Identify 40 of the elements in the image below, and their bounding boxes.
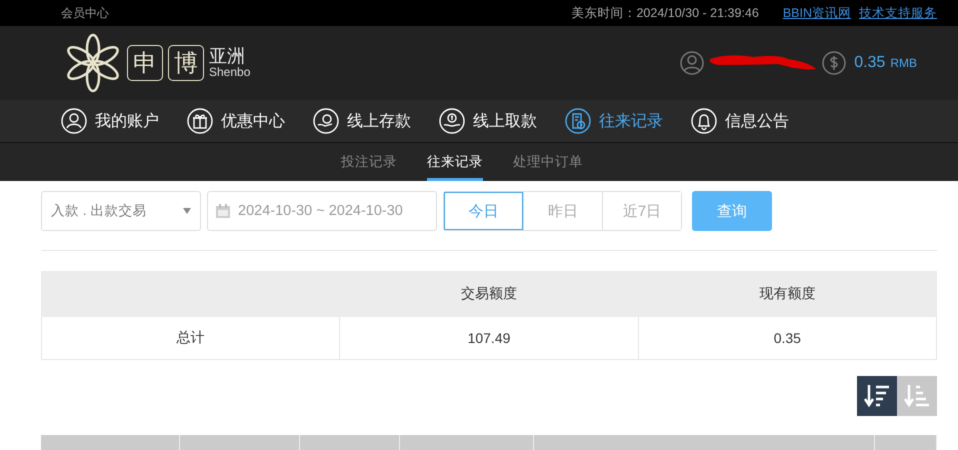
table-cell: 107.49 bbox=[340, 316, 638, 360]
user-icon bbox=[61, 108, 87, 134]
logo-name: 亚洲 bbox=[209, 47, 246, 66]
sort-descending-icon bbox=[864, 384, 890, 408]
sub-tab[interactable]: 处理中订单 bbox=[513, 143, 583, 181]
document-clock-icon bbox=[565, 108, 591, 134]
balance-amount: 0.35 bbox=[854, 54, 886, 72]
sub-tab[interactable]: 投注记录 bbox=[341, 143, 397, 181]
page-title: 会员中心 bbox=[61, 4, 109, 22]
sort-descending-button[interactable] bbox=[857, 376, 897, 416]
logo-character: 申 bbox=[127, 45, 163, 81]
user-icon[interactable] bbox=[680, 51, 704, 75]
hand-dollar-icon bbox=[439, 108, 465, 134]
gift-icon bbox=[187, 108, 213, 134]
calendar-icon bbox=[216, 204, 230, 218]
nav-item[interactable]: 信息公告 bbox=[691, 108, 789, 134]
bell-icon bbox=[691, 108, 717, 134]
top-link[interactable]: 技术支持服务 bbox=[859, 4, 937, 22]
top-link[interactable]: BBIN资讯网 bbox=[782, 4, 851, 22]
nav-item[interactable]: 优惠中心 bbox=[187, 108, 285, 134]
caret-icon bbox=[183, 208, 191, 214]
sub-tab[interactable]: 往来记录 bbox=[427, 143, 483, 181]
nav-item[interactable]: 我的账户 bbox=[61, 108, 159, 134]
logo-latin-name: Shenbo bbox=[209, 66, 250, 79]
date-range-button[interactable]: 今日 bbox=[444, 192, 523, 230]
currency-label: RMB bbox=[890, 56, 917, 70]
logo-character: 博 bbox=[168, 45, 204, 81]
nav-item[interactable]: 往来记录 bbox=[565, 108, 663, 134]
hand-coin-icon bbox=[313, 108, 339, 134]
table-cell: 0.35 bbox=[638, 316, 936, 360]
nav-item[interactable]: 线上取款 bbox=[439, 108, 537, 134]
clock-text: 美东时间：2024/10/30 - 21:39:46 bbox=[571, 4, 759, 22]
table-cell: 总计 bbox=[42, 316, 340, 360]
type-select[interactable]: 入款 . 出款交易 bbox=[41, 191, 201, 231]
sort-ascending-icon bbox=[904, 384, 930, 408]
dollar-icon bbox=[822, 51, 846, 75]
table-header-cell: 现有额度 bbox=[638, 272, 936, 316]
nav-item[interactable]: 线上存款 bbox=[313, 108, 411, 134]
table-header-cell: 交易额度 bbox=[340, 272, 638, 316]
date-range-field[interactable]: 2024-10-30 ~ 2024-10-30 bbox=[207, 191, 437, 231]
